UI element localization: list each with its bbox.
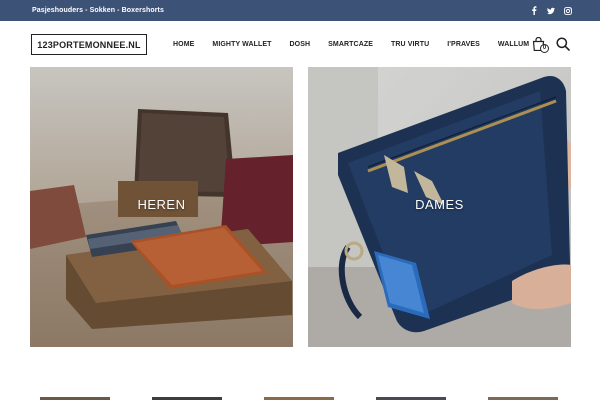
instagram-icon[interactable]: [564, 6, 572, 15]
nav-item-dosh[interactable]: DOSH: [290, 41, 311, 48]
promo-links[interactable]: Pasjeshouders - Sokken - Boxershorts: [32, 0, 164, 21]
facebook-icon[interactable]: [530, 6, 538, 15]
nav-item-home[interactable]: HOME: [173, 41, 194, 48]
category-tile-dames[interactable]: DAMES: [308, 67, 571, 347]
cart-count-badge: 0: [540, 43, 549, 53]
header-icons: 0: [532, 36, 570, 53]
nav-item-smartcaze[interactable]: SMARTCAZE: [328, 41, 373, 48]
top-bar: Pasjeshouders - Sokken - Boxershorts: [0, 0, 600, 21]
site-logo[interactable]: 123PORTEMONNEE.NL: [31, 34, 147, 55]
site-header: 123PORTEMONNEE.NL HOME MIGHTY WALLET DOS…: [0, 21, 600, 67]
category-label-dames: DAMES: [415, 197, 464, 212]
cart-button[interactable]: 0: [532, 36, 549, 53]
nav-item-tru-virtu[interactable]: TRU VIRTU: [391, 41, 429, 48]
category-tile-heren[interactable]: HEREN: [30, 67, 293, 347]
nav-item-ipraves[interactable]: I'PRAVES: [447, 41, 480, 48]
nav-item-mighty-wallet[interactable]: MIGHTY WALLET: [212, 41, 271, 48]
search-icon[interactable]: [556, 37, 570, 51]
main-nav: HOME MIGHTY WALLET DOSH SMARTCAZE TRU VI…: [173, 21, 547, 67]
nav-item-wallum[interactable]: WALLUM: [498, 41, 529, 48]
twitter-icon[interactable]: [547, 7, 555, 15]
social-links: [530, 0, 572, 21]
category-label-heren: HEREN: [137, 197, 186, 212]
